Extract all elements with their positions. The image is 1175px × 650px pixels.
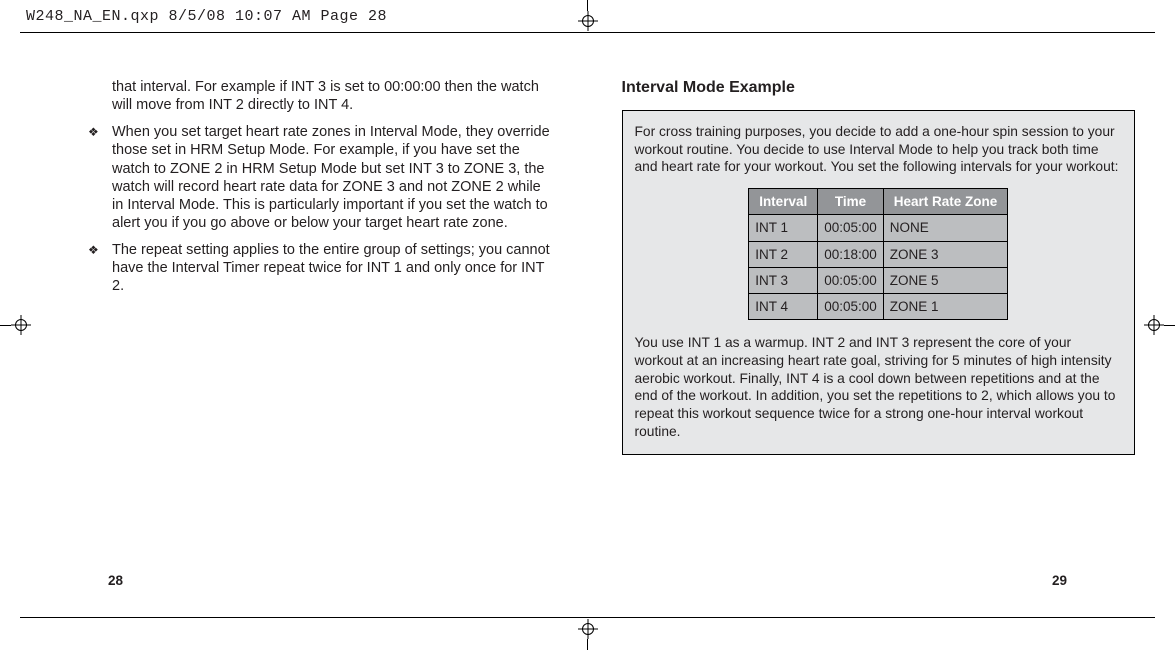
example-outro: You use INT 1 as a warmup. INT 2 and INT… bbox=[635, 334, 1123, 440]
table-cell: 00:18:00 bbox=[818, 241, 884, 267]
table-header: Heart Rate Zone bbox=[883, 188, 1008, 214]
bullet-text: The repeat setting applies to the entire… bbox=[112, 241, 554, 295]
page-number-left: 28 bbox=[108, 573, 123, 588]
table-cell: INT 3 bbox=[749, 267, 818, 293]
table-row: INT 1 00:05:00 NONE bbox=[749, 215, 1008, 241]
table-cell: 00:05:00 bbox=[818, 294, 884, 320]
bullet-glyph-icon: ❖ bbox=[88, 241, 112, 295]
table-row: INT 3 00:05:00 ZONE 5 bbox=[749, 267, 1008, 293]
crop-mark-top bbox=[578, 0, 598, 31]
table-row: INT 2 00:18:00 ZONE 3 bbox=[749, 241, 1008, 267]
page-number-right: 29 bbox=[1052, 573, 1067, 588]
right-column: Interval Mode Example For cross training… bbox=[622, 78, 1136, 582]
section-heading: Interval Mode Example bbox=[622, 78, 1136, 98]
left-column: that interval. For example if INT 3 is s… bbox=[40, 78, 554, 582]
table-cell: NONE bbox=[883, 215, 1008, 241]
intervals-table: Interval Time Heart Rate Zone INT 1 00:0… bbox=[748, 188, 1008, 320]
print-slug: W248_NA_EN.qxp 8/5/08 10:07 AM Page 28 bbox=[26, 8, 387, 25]
table-cell: 00:05:00 bbox=[818, 215, 884, 241]
table-cell: ZONE 5 bbox=[883, 267, 1008, 293]
table-header-row: Interval Time Heart Rate Zone bbox=[749, 188, 1008, 214]
table-cell: INT 1 bbox=[749, 215, 818, 241]
table-cell: INT 2 bbox=[749, 241, 818, 267]
bullet-item: ❖ The repeat setting applies to the enti… bbox=[88, 241, 554, 295]
bullet-text: When you set target heart rate zones in … bbox=[112, 123, 554, 232]
bullet-item: ❖ When you set target heart rate zones i… bbox=[88, 123, 554, 232]
table-header: Time bbox=[818, 188, 884, 214]
table-cell: INT 4 bbox=[749, 294, 818, 320]
bullet-glyph-icon: ❖ bbox=[88, 123, 112, 232]
table-cell: ZONE 1 bbox=[883, 294, 1008, 320]
continuation-paragraph: that interval. For example if INT 3 is s… bbox=[112, 78, 554, 114]
table-cell: 00:05:00 bbox=[818, 267, 884, 293]
table-header: Interval bbox=[749, 188, 818, 214]
example-box: For cross training purposes, you decide … bbox=[622, 110, 1136, 455]
table-row: INT 4 00:05:00 ZONE 1 bbox=[749, 294, 1008, 320]
crop-mark-bottom bbox=[578, 619, 598, 650]
example-intro: For cross training purposes, you decide … bbox=[635, 123, 1123, 176]
table-cell: ZONE 3 bbox=[883, 241, 1008, 267]
page-spread: that interval. For example if INT 3 is s… bbox=[40, 78, 1135, 582]
